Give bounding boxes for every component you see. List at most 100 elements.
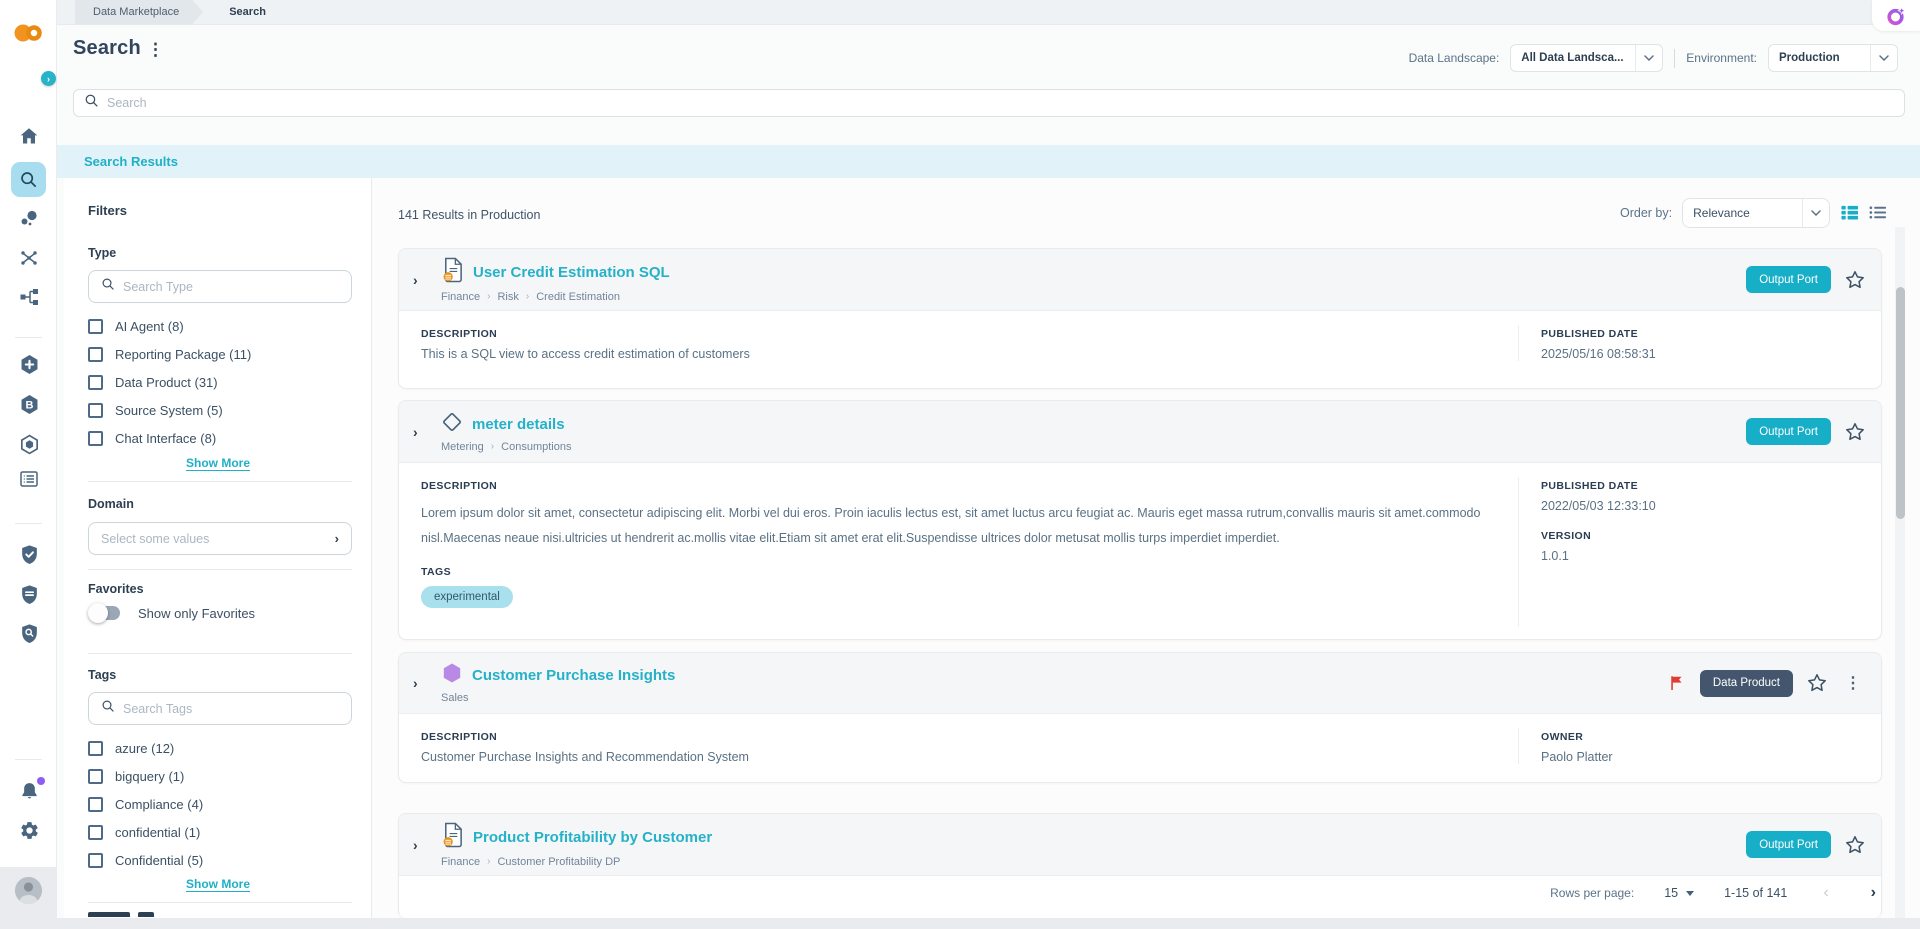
type-option-checkbox[interactable]: Chat Interface (8) [88, 429, 251, 448]
expand-chevron-icon[interactable]: › [413, 272, 427, 288]
results-scrollbar[interactable] [1895, 227, 1905, 918]
search-input[interactable] [107, 96, 1894, 110]
search-results-banner: Search Results [57, 145, 1920, 178]
checkbox-icon[interactable] [88, 853, 103, 868]
result-card-header: › meter details Metering Consumptions Ou… [399, 401, 1881, 463]
checkbox-icon[interactable] [88, 825, 103, 840]
network-graph-icon[interactable] [17, 246, 41, 270]
diamond-icon [441, 411, 463, 438]
hierarchy-icon[interactable] [17, 285, 41, 309]
tag-option-checkbox[interactable]: Compliance (4) [88, 795, 203, 814]
domain-select[interactable]: › [88, 522, 352, 555]
result-card-header: › Customer Purchase Insights Sales Data … [399, 653, 1881, 714]
shield-audit-icon[interactable] [17, 621, 41, 645]
tags-search [88, 692, 352, 725]
chevron-down-icon [1803, 210, 1829, 216]
filter-divider [88, 902, 352, 903]
catalog-list-icon[interactable] [17, 467, 41, 491]
tag-option-checkbox[interactable]: Confidential (5) [88, 851, 203, 870]
flag-icon[interactable] [1668, 674, 1686, 692]
hexagon-b-icon[interactable]: B [17, 392, 41, 416]
result-title-link[interactable]: meter details [472, 416, 565, 433]
hexagon-plus-icon[interactable] [17, 352, 41, 376]
favorite-star-icon[interactable] [1807, 673, 1827, 693]
domain-select-input[interactable] [101, 532, 327, 546]
order-by-select[interactable]: Relevance [1682, 198, 1830, 228]
output-port-badge[interactable]: Output Port [1746, 831, 1831, 858]
type-option-checkbox[interactable]: AI Agent (8) [88, 317, 251, 336]
tag-chip[interactable]: experimental [421, 586, 513, 608]
data-product-badge[interactable]: Data Product [1700, 670, 1793, 697]
output-port-badge[interactable]: Output Port [1746, 266, 1831, 293]
favorite-star-icon[interactable] [1845, 835, 1865, 855]
next-page-chevron-icon[interactable] [1865, 884, 1882, 902]
rows-per-page-label: Rows per page: [1550, 886, 1634, 900]
expand-chevron-icon[interactable]: › [413, 675, 427, 691]
tags-search-input[interactable] [123, 702, 339, 716]
favorite-star-icon[interactable] [1845, 270, 1865, 290]
notification-dot [37, 777, 45, 785]
breadcrumb-item-search: Search [229, 6, 266, 18]
output-port-badge[interactable]: Output Port [1746, 418, 1831, 445]
checkbox-icon[interactable] [88, 319, 103, 334]
search-nav-icon[interactable] [11, 162, 46, 197]
type-option-checkbox[interactable]: Data Product (31) [88, 373, 251, 392]
notifications-bell-icon[interactable] [17, 779, 41, 803]
type-show-more-link[interactable]: Show More [64, 456, 371, 470]
type-search-input[interactable] [123, 280, 339, 294]
hexagon-outline-icon[interactable] [17, 432, 41, 456]
checkbox-icon[interactable] [88, 769, 103, 784]
tags-label: TAGS [421, 566, 1494, 578]
app-logo-icon[interactable] [13, 21, 43, 50]
rows-per-page-select[interactable]: 15 [1664, 886, 1694, 900]
more-options-kebab-icon[interactable] [1841, 673, 1865, 693]
favorites-toggle[interactable] [88, 603, 122, 623]
tags-show-more-link[interactable]: Show More [64, 877, 371, 891]
home-icon[interactable] [17, 124, 41, 148]
scrollbar-thumb[interactable] [1896, 287, 1905, 519]
owner-value: Paolo Platter [1541, 750, 1857, 764]
expand-chevron-icon[interactable]: › [413, 837, 427, 853]
checkbox-icon[interactable] [88, 375, 103, 390]
checkbox-icon[interactable] [88, 797, 103, 812]
settings-gear-icon[interactable] [17, 818, 41, 842]
result-title-link[interactable]: Product Profitability by Customer [473, 829, 712, 846]
global-search [73, 89, 1905, 117]
search-icon [101, 699, 115, 718]
breadcrumb-item-data-marketplace[interactable]: Data Marketplace [75, 0, 203, 25]
sidebar-expand-button[interactable]: › [41, 71, 56, 86]
checkbox-icon[interactable] [88, 347, 103, 362]
page-title-kebab-icon[interactable]: ⋮ [147, 39, 164, 61]
favorite-star-icon[interactable] [1845, 422, 1865, 442]
ai-assistant-button[interactable] [1872, 0, 1920, 31]
favorites-toggle-label: Show only Favorites [138, 606, 255, 621]
type-option-checkbox[interactable]: Source System (5) [88, 401, 251, 420]
list-view-icon[interactable] [1868, 203, 1887, 227]
description-label: DESCRIPTION [421, 480, 1494, 492]
grid-view-icon[interactable] [1840, 203, 1859, 227]
breadcrumb-separator-icon [526, 291, 529, 302]
sql-file-icon [441, 257, 464, 288]
order-by-label: Order by: [1620, 206, 1672, 220]
checkbox-icon[interactable] [88, 431, 103, 446]
data-landscape-select[interactable]: All Data Landsca... [1510, 44, 1663, 72]
user-avatar[interactable] [15, 877, 42, 904]
tag-option-checkbox[interactable]: bigquery (1) [88, 767, 203, 786]
expand-chevron-icon[interactable]: › [413, 424, 427, 440]
data-bubbles-icon[interactable] [17, 206, 41, 230]
checkbox-icon[interactable] [88, 403, 103, 418]
published-date-label: PUBLISHED DATE [1541, 328, 1857, 340]
result-card: › Customer Purchase Insights Sales Data … [398, 652, 1882, 783]
tag-option-checkbox[interactable]: confidential (1) [88, 823, 203, 842]
pagination-range: 1-15 of 141 [1724, 886, 1787, 900]
shield-policy-icon[interactable] [17, 582, 41, 606]
result-title-link[interactable]: Customer Purchase Insights [472, 667, 675, 684]
tag-option-checkbox[interactable]: azure (12) [88, 739, 203, 758]
data-landscape-label: Data Landscape: [1409, 51, 1500, 65]
type-option-checkbox[interactable]: Reporting Package (11) [88, 345, 251, 364]
environment-select[interactable]: Production [1768, 44, 1898, 72]
checkbox-icon[interactable] [88, 741, 103, 756]
previous-page-chevron-icon[interactable] [1817, 884, 1834, 902]
shield-check-icon[interactable] [17, 542, 41, 566]
result-title-link[interactable]: User Credit Estimation SQL [473, 264, 670, 281]
